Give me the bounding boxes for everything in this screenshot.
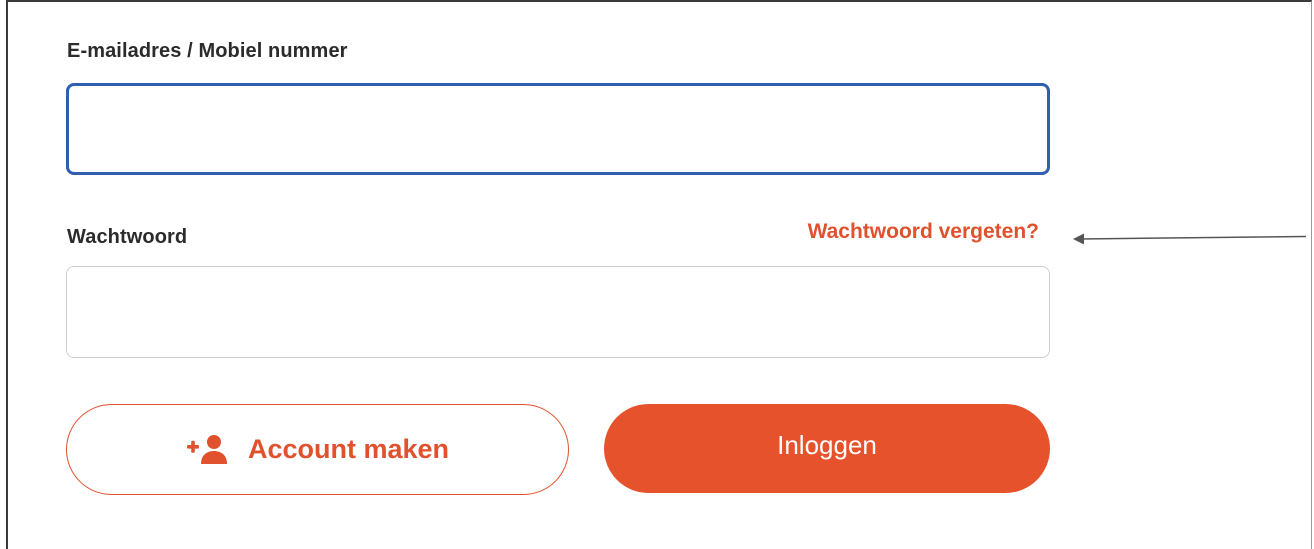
forgot-password-link[interactable]: Wachtwoord vergeten? <box>808 220 1039 244</box>
login-panel: E-mailadres / Mobiel nummer Wachtwoord W… <box>6 0 1312 549</box>
email-label: E-mailadres / Mobiel nummer <box>67 40 348 62</box>
password-label: Wachtwoord <box>67 226 188 248</box>
password-input[interactable] <box>66 266 1050 358</box>
email-input[interactable] <box>66 83 1050 175</box>
create-account-button[interactable]: Account maken <box>66 404 569 495</box>
create-account-label: Account maken <box>247 434 450 464</box>
login-button[interactable]: Inloggen <box>604 404 1050 493</box>
login-label: Inloggen <box>777 430 877 460</box>
left-arrow-icon <box>1073 233 1307 245</box>
add-user-icon <box>186 434 230 466</box>
